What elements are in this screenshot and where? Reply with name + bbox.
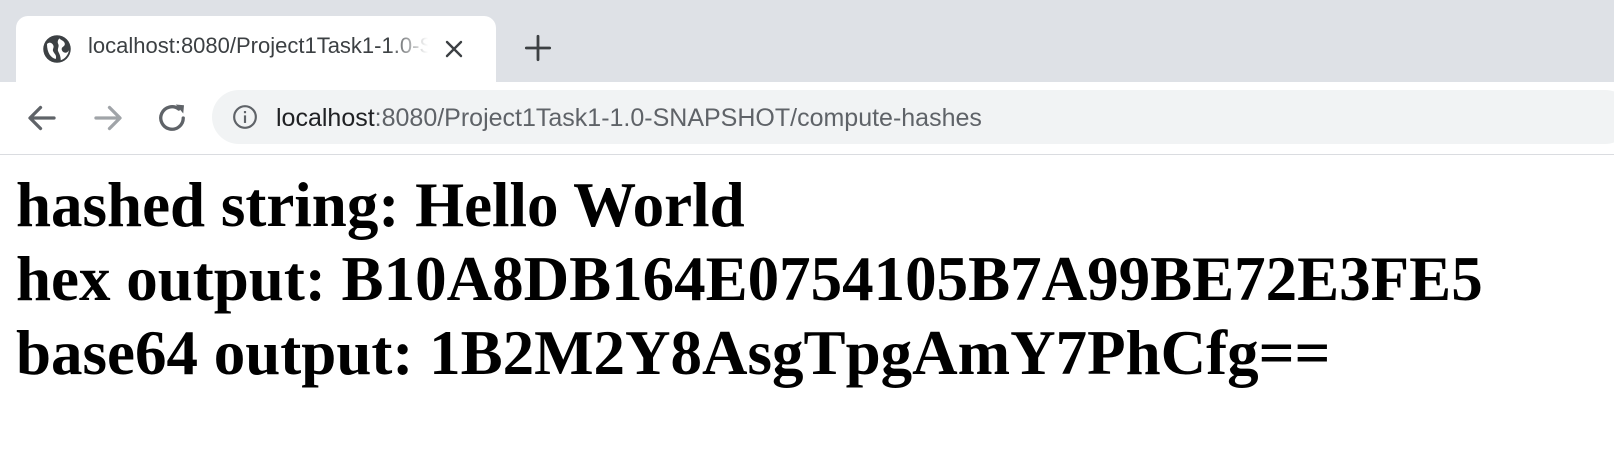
- info-icon[interactable]: [232, 104, 258, 130]
- globe-icon: [43, 35, 71, 63]
- url-path: :8080/Project1Task1-1.0-SNAPSHOT/compute…: [374, 104, 982, 132]
- browser-tab[interactable]: localhost:8080/Project1Task1-1.0-SNAPSHO…: [16, 16, 496, 82]
- forward-arrow-icon[interactable]: [90, 100, 126, 136]
- page-content: hashed string: Hello World hex output: B…: [16, 168, 1596, 390]
- close-icon[interactable]: [442, 37, 466, 61]
- reload-icon[interactable]: [154, 100, 190, 136]
- hashed-string-heading: hashed string: Hello World: [16, 170, 745, 240]
- back-arrow-icon[interactable]: [24, 100, 60, 136]
- tab-title: localhost:8080/Project1Task1-1.0-SNAPSHO…: [88, 33, 428, 58]
- url-host: localhost: [276, 104, 375, 132]
- hex-output-heading: hex output: B10A8DB164E0754105B7A99BE72E…: [16, 244, 1483, 314]
- base64-output-heading: base64 output: 1B2M2Y8AsgTpgAmY7PhCfg==: [16, 318, 1331, 388]
- new-tab-icon[interactable]: [524, 34, 552, 62]
- browser-toolbar: localhost:8080/Project1Task1-1.0-SNAPSHO…: [0, 82, 1614, 155]
- tab-strip: localhost:8080/Project1Task1-1.0-SNAPSHO…: [0, 0, 1614, 82]
- url-text: localhost:8080/Project1Task1-1.0-SNAPSHO…: [276, 104, 982, 133]
- address-bar[interactable]: localhost:8080/Project1Task1-1.0-SNAPSHO…: [212, 90, 1614, 144]
